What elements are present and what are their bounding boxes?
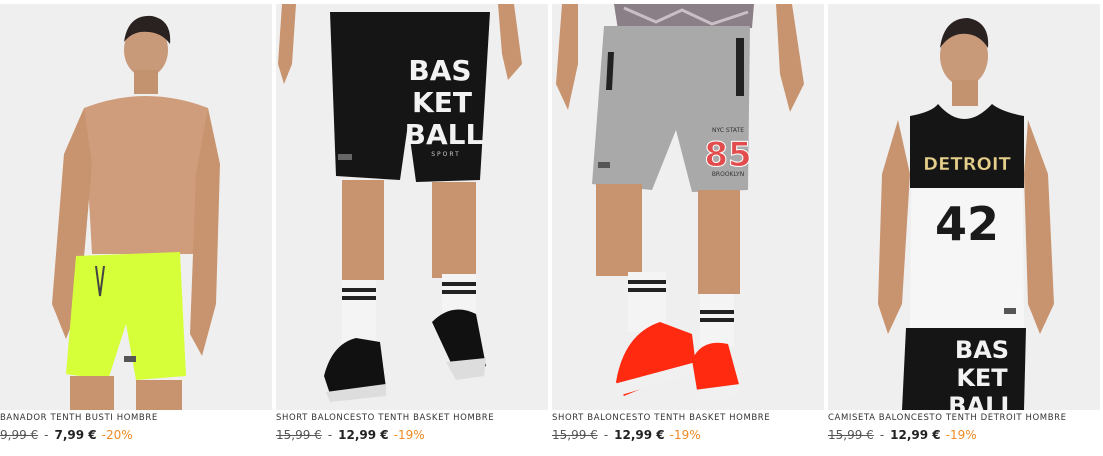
detroit-tank-model-icon: DETROIT 42 BAS KET BALL [828,4,1100,410]
current-price: 12,99 € [890,428,941,442]
print-number: 85 [704,135,751,175]
product-prices: 15,99 € - 12,99 € -19% [828,427,977,443]
product-prices: 9,99 € - 7,99 € -20% [0,427,133,443]
print-bottom: BROOKLYN [712,171,744,178]
discount-badge: -19% [393,428,425,442]
product-card[interactable]: DETROIT 42 BAS KET BALL CAMISETA BALONCE… [828,0,1100,456]
price-separator: - [603,428,609,442]
product-title[interactable]: CAMISETA BALONCESTO TENTH DETROIT HOMBRE [828,413,1100,427]
print-line-1: BAS [408,54,471,87]
print-city: DETROIT [923,154,1011,175]
print-line-2: KET [956,364,1008,392]
print-line-1: BAS [955,336,1009,364]
old-price: 15,99 € [552,428,598,442]
product-image[interactable]: NYC STATE 85 BROOKLYN [552,4,824,410]
print-top: NYC STATE [712,127,744,134]
swim-shorts-model-icon [0,4,272,410]
current-price: 12,99 € [338,428,389,442]
price-separator: - [44,428,49,442]
black-shorts-model-icon: BAS KET BALL SPORT [276,4,548,410]
product-prices: 15,99 € - 12,99 € -19% [276,427,425,443]
current-price: 12,99 € [614,428,665,442]
discount-badge: -20% [101,428,133,442]
product-title[interactable]: SHORT BALONCESTO TENTH BASKET HOMBRE [552,413,824,427]
old-price: 9,99 € [0,428,39,442]
discount-badge: -19% [945,428,977,442]
old-price: 15,99 € [276,428,322,442]
product-card[interactable]: NYC STATE 85 BROOKLYN SHORT BALONCESTO T… [552,0,824,456]
product-image[interactable]: DETROIT 42 BAS KET BALL [828,4,1100,410]
product-card[interactable]: BAS KET BALL SPORT SHORT BALONCESTO TENT… [276,0,548,456]
old-price: 15,99 € [828,428,874,442]
print-small: SPORT [431,151,461,158]
print-line-3: BALL [405,118,484,151]
grey-shorts-model-icon: NYC STATE 85 BROOKLYN [552,4,824,410]
product-prices: 15,99 € - 12,99 € -19% [552,427,701,443]
print-line-3: BALL [948,392,1015,410]
product-title[interactable]: BAÑADOR TENTH BUSTI HOMBRE [0,413,272,427]
discount-badge: -19% [669,428,701,442]
current-price: 7,99 € [54,428,97,442]
product-grid: BAÑADOR TENTH BUSTI HOMBRE 9,99 € - 7,99… [0,0,1103,456]
product-card[interactable]: BAÑADOR TENTH BUSTI HOMBRE 9,99 € - 7,99… [0,0,272,456]
product-image[interactable]: BAS KET BALL SPORT [276,4,548,410]
price-separator: - [327,428,333,442]
price-separator: - [879,428,885,442]
product-title[interactable]: SHORT BALONCESTO TENTH BASKET HOMBRE [276,413,548,427]
print-line-2: KET [412,86,472,119]
print-number: 42 [935,197,999,251]
product-image[interactable] [0,4,272,410]
